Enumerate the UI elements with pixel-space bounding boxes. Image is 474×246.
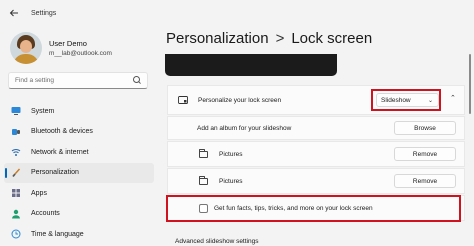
main-content: Personalization > Lock screen Personalize …: [160, 26, 474, 246]
chevron-up-icon[interactable]: ⌃: [450, 94, 456, 102]
sidebar-item-personalization[interactable]: Personalization: [4, 162, 154, 183]
dropdown-highlight: [371, 89, 441, 111]
lock-screen-preview: [165, 54, 337, 76]
sidebar: User Demo m__lab@outlook.com Find a sett…: [0, 26, 160, 246]
sidebar-item-label: Network & internet: [31, 148, 89, 156]
add-album-label: Add an album for your slideshow: [197, 124, 292, 132]
sidebar-item-label: Bluetooth & devices: [31, 128, 93, 136]
sidebar-item-label: Accounts: [31, 210, 60, 218]
folder-icon: [199, 148, 208, 158]
search-icon[interactable]: [133, 76, 141, 84]
user-name: User Demo: [49, 39, 87, 48]
album-name: Pictures: [219, 150, 243, 158]
breadcrumb: Personalization > Lock screen: [166, 30, 372, 47]
breadcrumb-separator: >: [275, 30, 285, 47]
sidebar-item-label: System: [31, 107, 55, 115]
search-placeholder: Find a setting: [15, 77, 55, 84]
brush-icon: [11, 168, 21, 178]
sidebar-item-bluetooth[interactable]: Bluetooth & devices: [4, 122, 154, 143]
sidebar-item-label: Personalization: [31, 169, 79, 177]
user-email: m__lab@outlook.com: [49, 50, 112, 57]
apps-icon: [11, 188, 21, 198]
bluetooth-icon: [11, 127, 21, 137]
monitor-icon: [11, 106, 21, 116]
avatar: [10, 32, 42, 64]
title-bar: Settings: [0, 0, 474, 26]
folder-icon: [199, 175, 208, 185]
add-album-row: Add an album for your slideshow Browse: [167, 116, 465, 140]
fun-facts-highlight: [166, 195, 461, 222]
back-arrow-icon[interactable]: [3, 2, 25, 24]
app-title: Settings: [31, 9, 57, 17]
sidebar-item-label: Time & language: [31, 230, 84, 238]
search-input[interactable]: Find a setting: [8, 72, 148, 89]
breadcrumb-parent[interactable]: Personalization: [166, 30, 269, 47]
browse-button[interactable]: Browse: [394, 121, 456, 135]
sidebar-item-apps[interactable]: Apps: [4, 183, 154, 204]
sidebar-item-label: Apps: [31, 189, 47, 197]
user-profile[interactable]: User Demo m__lab@outlook.com: [10, 32, 112, 64]
album-name: Pictures: [219, 177, 243, 185]
advanced-slideshow-settings[interactable]: Advanced slideshow settings: [175, 238, 258, 245]
wifi-icon: [11, 147, 21, 157]
album-row: Pictures Remove: [167, 141, 465, 167]
page-title: Lock screen: [291, 30, 373, 47]
sidebar-item-accounts[interactable]: Accounts: [4, 204, 154, 225]
personalize-label: Personalize your lock screen: [198, 96, 282, 104]
sidebar-item-time-language[interactable]: Time & language: [4, 224, 154, 245]
sidebar-nav: System Bluetooth & devices Network & int…: [4, 101, 154, 245]
person-icon: [11, 209, 21, 219]
remove-button[interactable]: Remove: [394, 147, 456, 161]
scrollbar[interactable]: [469, 54, 471, 114]
album-row: Pictures Remove: [167, 168, 465, 194]
sidebar-item-system[interactable]: System: [4, 101, 154, 122]
globe-clock-icon: [11, 229, 21, 239]
lock-screen-icon: [178, 96, 188, 104]
remove-button[interactable]: Remove: [394, 174, 456, 188]
sidebar-item-network[interactable]: Network & internet: [4, 142, 154, 163]
